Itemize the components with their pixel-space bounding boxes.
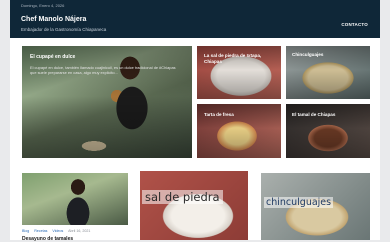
post-thumbnail-sal-de-piedra[interactable]: sal de piedra <box>140 171 248 240</box>
hero-title[interactable]: El cupapé en dulce <box>30 54 75 61</box>
post-thumbnail-desayuno[interactable] <box>22 173 128 225</box>
site-tagline: Embajador de la Gastronomía Chiapaneca <box>21 27 107 32</box>
featured-hero-card[interactable]: El cupapé en dulce El cupapé en dulce, t… <box>22 46 192 158</box>
featured-card-tarta[interactable]: Tarta de fresa <box>197 104 281 158</box>
hero-overlay <box>22 46 192 158</box>
hero-excerpt: El cupapé en dulce, también llamado cuaj… <box>30 65 176 76</box>
post-thumbnail-chinculguajes[interactable]: chinculguajes <box>261 173 370 240</box>
card-title[interactable]: La sal de piedra de Ixtapa, Chiapas <box>204 53 274 64</box>
post-meta: Blog Recetas Videos Abril 16, 2021 <box>22 229 94 233</box>
category-link-recetas[interactable]: Recetas <box>34 229 47 233</box>
category-link-blog[interactable]: Blog <box>22 229 29 233</box>
post-date: Abril 16, 2021 <box>68 229 91 233</box>
main-content: El cupapé en dulce El cupapé en dulce, t… <box>10 38 380 242</box>
nav-contact-link[interactable]: CONTACTO <box>341 22 368 27</box>
thumbnail-caption: chinculguajes <box>264 197 334 208</box>
card-title[interactable]: El tamal de Chiapas <box>292 112 335 118</box>
card-title[interactable]: Chinculguajes <box>292 52 323 58</box>
featured-card-sal[interactable]: La sal de piedra de Ixtapa, Chiapas <box>197 46 281 99</box>
post-title[interactable]: Desayuno de tamales <box>22 236 73 242</box>
featured-card-tamal[interactable]: El tamal de Chiapas <box>286 104 370 158</box>
site-title[interactable]: Chef Manolo Nájera <box>21 16 86 23</box>
header-date: Domingo, Enero 4, 2026 <box>21 3 65 8</box>
card-title[interactable]: Tarta de fresa <box>204 112 234 118</box>
category-link-videos[interactable]: Videos <box>52 229 63 233</box>
site-header: Domingo, Enero 4, 2026 Chef Manolo Nájer… <box>10 0 380 38</box>
thumbnail-caption: sal de piedra <box>142 190 223 204</box>
featured-card-chinculguajes[interactable]: Chinculguajes <box>286 46 370 99</box>
